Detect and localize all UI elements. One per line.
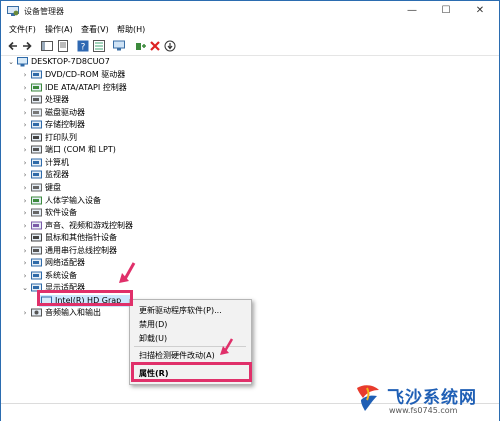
- device-manager-icon: [7, 6, 19, 16]
- toolbar: ?: [1, 37, 499, 56]
- tree-item-label: IDE ATA/ATAPI 控制器: [45, 82, 127, 92]
- monitor-icon: [31, 170, 42, 179]
- dvd-drive-icon: [31, 70, 42, 79]
- menu-action[interactable]: 操作(A): [45, 24, 73, 35]
- expand-chevron-icon[interactable]: ›: [21, 94, 29, 106]
- tree-item-label: 网络适配器: [45, 258, 85, 268]
- collapse-chevron-icon[interactable]: ⌄: [21, 282, 29, 294]
- tree-item-label: 监视器: [45, 170, 69, 180]
- ctx-uninstall[interactable]: 卸载(U): [139, 333, 167, 344]
- tree-item-label: 打印队列: [45, 132, 77, 142]
- tree-item-label: 计算机: [45, 157, 69, 167]
- computer-icon: [31, 158, 42, 167]
- expand-chevron-icon[interactable]: ›: [21, 132, 29, 144]
- forward-icon[interactable]: [21, 40, 33, 52]
- view-resources-icon[interactable]: [93, 40, 105, 52]
- expand-chevron-icon[interactable]: ›: [21, 232, 29, 244]
- storage-controller-icon: [31, 120, 42, 129]
- scan-hardware-icon[interactable]: [113, 40, 125, 52]
- expand-chevron-icon[interactable]: ›: [21, 119, 29, 131]
- expand-chevron-icon[interactable]: ›: [21, 69, 29, 81]
- ctx-update-driver[interactable]: 更新驱动程序软件(P)...: [139, 305, 222, 316]
- tree-item-label: 鼠标和其他指针设备: [45, 233, 117, 243]
- tree-item-label: 音频输入和输出: [45, 308, 101, 318]
- port-icon: [31, 145, 42, 154]
- printer-icon: [31, 133, 42, 142]
- expand-chevron-icon[interactable]: ›: [21, 182, 29, 194]
- menu-view[interactable]: 查看(V): [81, 24, 109, 35]
- menu-help[interactable]: 帮助(H): [117, 24, 145, 35]
- expand-chevron-icon[interactable]: ›: [21, 220, 29, 232]
- software-device-icon: [31, 208, 42, 217]
- back-icon[interactable]: [7, 40, 19, 52]
- highlight-box-properties: [131, 362, 252, 382]
- tree-item-label: 存储控制器: [45, 120, 85, 130]
- expand-chevron-icon[interactable]: ›: [21, 207, 29, 219]
- device-manager-window: 设备管理器 — ☐ ✕ 文件(F) 操作(A) 查看(V) 帮助(H) ? ⌄ …: [0, 0, 500, 421]
- tree-item-label: 端口 (COM 和 LPT): [45, 145, 116, 155]
- tree-item-label: 通用串行总线控制器: [45, 245, 117, 255]
- tree-item-label: 磁盘驱动器: [45, 107, 85, 117]
- tree-item-label: 人体学输入设备: [45, 195, 101, 205]
- collapse-chevron-icon[interactable]: ⌄: [7, 56, 15, 68]
- tree-item-label: DVD/CD-ROM 驱动器: [45, 70, 126, 79]
- expand-chevron-icon[interactable]: ›: [21, 169, 29, 181]
- ide-controller-icon: [31, 83, 42, 92]
- sound-icon: [31, 221, 42, 230]
- annotation-arrow-icon: [220, 338, 234, 355]
- maximize-button[interactable]: ☐: [429, 1, 463, 21]
- tree-root-label: DESKTOP-7D8CUO7: [31, 57, 110, 66]
- ctx-disable[interactable]: 禁用(D): [139, 319, 167, 330]
- update-driver-icon[interactable]: [135, 40, 147, 52]
- computer-icon: [17, 57, 28, 67]
- expand-chevron-icon[interactable]: ›: [21, 195, 29, 207]
- system-device-icon: [31, 271, 42, 280]
- watermark-brand: 飞沙系统网: [387, 388, 477, 408]
- tree-item-label: 系统设备: [45, 270, 77, 280]
- tree-item-label: 键盘: [45, 182, 61, 192]
- watermark-url: www.fs0745.com: [389, 406, 458, 415]
- minimize-button[interactable]: —: [395, 1, 429, 21]
- tree-item-label: 声音、视频和游戏控制器: [45, 220, 133, 230]
- expand-chevron-icon[interactable]: ›: [21, 245, 29, 257]
- tree-item-label: 软件设备: [45, 208, 77, 218]
- expand-chevron-icon[interactable]: ›: [21, 157, 29, 169]
- hid-icon: [31, 196, 42, 204]
- tree-item-label: 处理器: [45, 95, 69, 105]
- processor-icon: [31, 95, 42, 104]
- menu-file[interactable]: 文件(F): [9, 24, 36, 35]
- brand-logo-icon: [357, 385, 379, 411]
- expand-chevron-icon[interactable]: ›: [21, 270, 29, 282]
- svg-text:?: ?: [81, 43, 86, 53]
- expand-chevron-icon[interactable]: ›: [21, 144, 29, 156]
- keyboard-icon: [31, 183, 42, 192]
- network-adapter-icon: [31, 258, 42, 267]
- help-icon[interactable]: ?: [77, 40, 89, 52]
- uninstall-icon[interactable]: [149, 40, 161, 52]
- expand-chevron-icon[interactable]: ›: [21, 82, 29, 94]
- watermark: 飞沙系统网 www.fs0745.com: [353, 379, 499, 419]
- close-button[interactable]: ✕: [463, 1, 497, 21]
- title-bar[interactable]: 设备管理器 — ☐ ✕: [1, 1, 499, 23]
- window-title: 设备管理器: [24, 7, 64, 16]
- annotation-arrow-icon: [119, 262, 136, 283]
- show-hide-tree-icon[interactable]: [41, 40, 53, 52]
- ctx-scan-hardware[interactable]: 扫描检测硬件改动(A): [139, 350, 215, 361]
- mouse-icon: [31, 233, 42, 242]
- highlight-box-device: [37, 290, 133, 306]
- expand-chevron-icon[interactable]: ›: [21, 107, 29, 119]
- download-icon[interactable]: [164, 40, 176, 52]
- expand-chevron-icon[interactable]: ›: [21, 307, 29, 319]
- menu-bar: 文件(F) 操作(A) 查看(V) 帮助(H): [1, 23, 499, 37]
- disk-drive-icon: [31, 108, 42, 117]
- expand-chevron-icon[interactable]: ›: [21, 257, 29, 269]
- usb-icon: [31, 246, 42, 255]
- properties-icon[interactable]: [57, 40, 69, 52]
- audio-io-icon: [31, 308, 42, 317]
